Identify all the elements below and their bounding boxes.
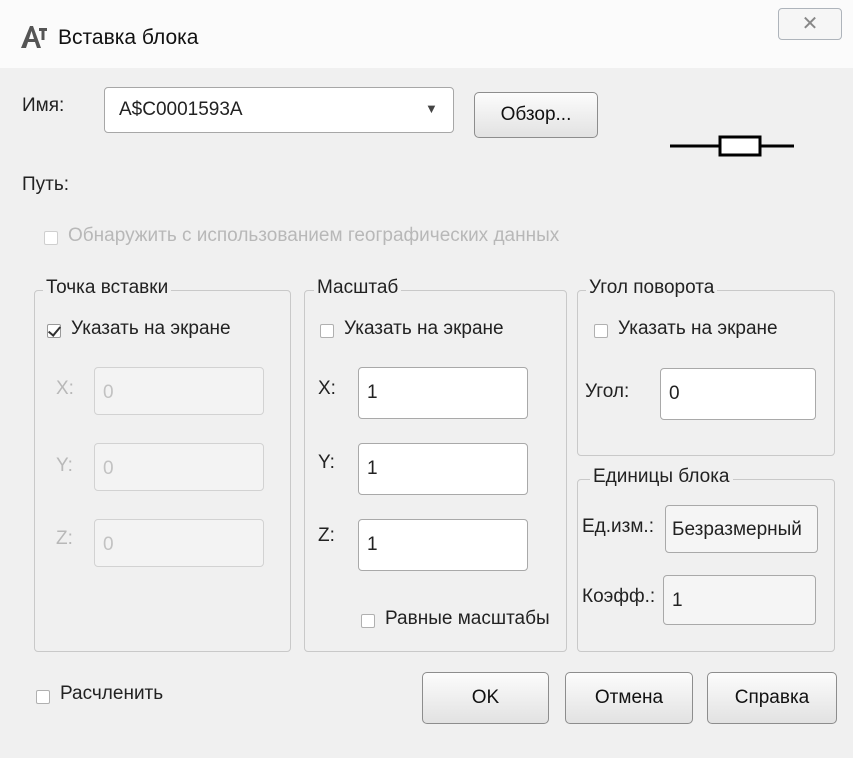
chevron-down-icon[interactable]: ▼: [425, 101, 438, 116]
autocad-app-icon: [21, 26, 47, 48]
rotation-specify-label: Указать на экране: [618, 318, 778, 339]
insertion-z-input[interactable]: 0: [94, 519, 264, 567]
help-button[interactable]: Справка: [707, 672, 837, 724]
scale-x-label: X:: [318, 378, 336, 399]
name-label: Имя:: [22, 95, 65, 116]
explode-checkbox[interactable]: [36, 690, 50, 704]
scale-specify-label: Указать на экране: [344, 318, 504, 339]
title-bar: Вставка блока ✕: [0, 0, 853, 68]
block-name-value: A$C0001593A: [119, 99, 243, 120]
geo-checkbox-label: Обнаружить с использованием географическ…: [68, 225, 560, 246]
rotation-title: Угол поворота: [586, 277, 718, 299]
rotation-specify-checkbox[interactable]: [594, 324, 608, 338]
insertion-x-label: X:: [56, 378, 74, 399]
insertion-z-label: Z:: [56, 528, 73, 549]
scale-y-input[interactable]: 1: [358, 443, 528, 495]
factor-value-field: 1: [663, 575, 816, 625]
ok-button[interactable]: OK: [422, 672, 549, 724]
unit-value-field: Безразмерный: [665, 505, 818, 553]
uniform-scale-label: Равные масштабы: [385, 608, 550, 629]
insertion-specify-checkbox[interactable]: [47, 324, 61, 338]
insert-block-dialog: Вставка блока ✕ Имя: A$C0001593A ▼ Обзор…: [0, 0, 853, 758]
insertion-y-input[interactable]: 0: [94, 443, 264, 491]
insertion-x-input[interactable]: 0: [94, 367, 264, 415]
factor-label: Коэфф.:: [582, 586, 656, 607]
block-name-combobox[interactable]: A$C0001593A ▼: [104, 87, 454, 133]
angle-input[interactable]: 0: [660, 368, 816, 420]
scale-x-input[interactable]: 1: [358, 367, 528, 419]
cancel-button[interactable]: Отмена: [565, 672, 693, 724]
scale-specify-checkbox[interactable]: [320, 324, 334, 338]
block-preview: [670, 135, 794, 157]
browse-button[interactable]: Обзор...: [474, 92, 598, 138]
scale-title: Масштаб: [314, 277, 402, 299]
scale-y-label: Y:: [318, 452, 335, 473]
block-units-title: Единицы блока: [590, 466, 733, 488]
explode-label: Расчленить: [60, 683, 164, 704]
insertion-point-title: Точка вставки: [43, 277, 172, 299]
scale-z-label: Z:: [318, 525, 335, 546]
path-label: Путь:: [22, 174, 70, 195]
window-title: Вставка блока: [58, 26, 199, 49]
geo-checkbox[interactable]: [44, 231, 58, 245]
close-icon: ✕: [801, 13, 819, 35]
insertion-specify-label: Указать на экране: [71, 318, 231, 339]
uniform-scale-checkbox[interactable]: [361, 614, 375, 628]
scale-z-input[interactable]: 1: [358, 519, 528, 571]
angle-label: Угол:: [585, 381, 630, 402]
unit-label: Ед.изм.:: [582, 516, 654, 537]
insertion-y-label: Y:: [56, 455, 73, 476]
close-button[interactable]: ✕: [778, 8, 842, 40]
